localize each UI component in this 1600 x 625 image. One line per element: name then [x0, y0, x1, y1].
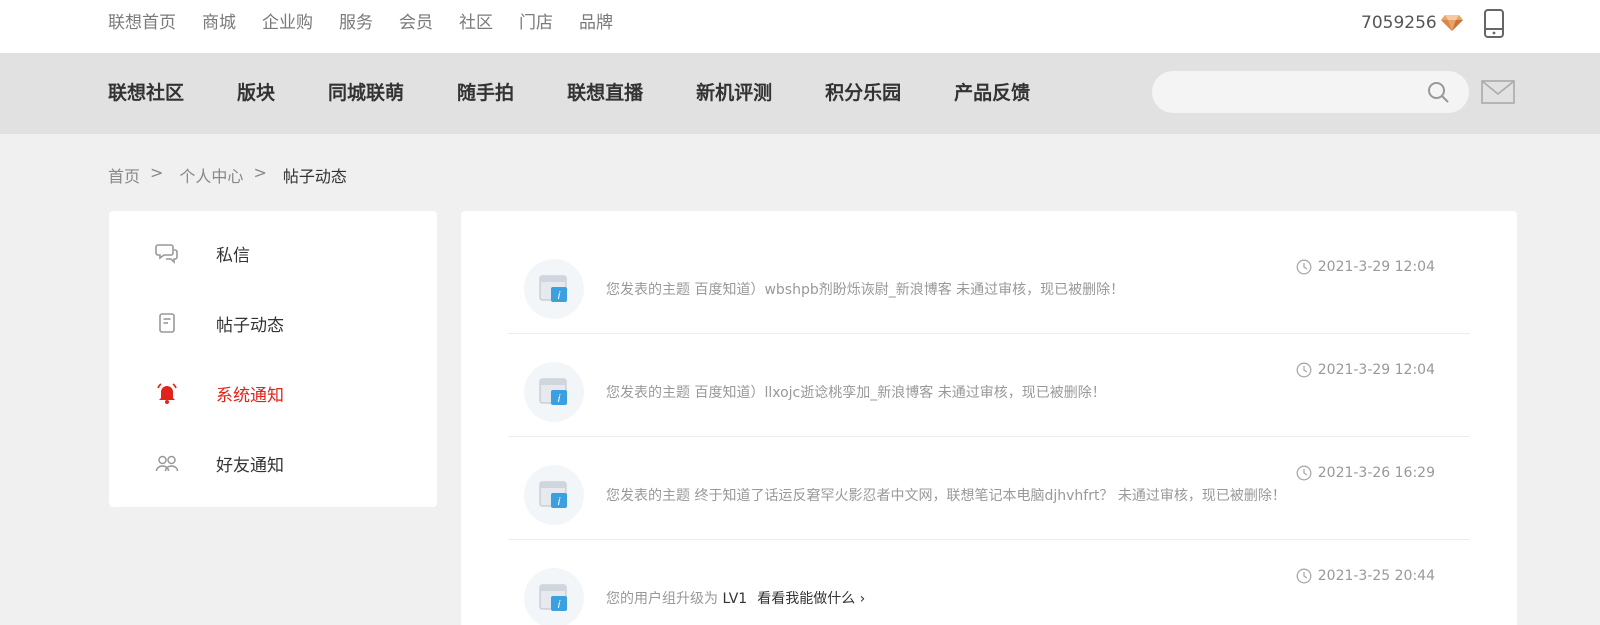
timestamp: 2021-3-29 12:04 [1317, 259, 1435, 275]
what-can-i-do-link[interactable]: 看看我能做什么 › [757, 591, 865, 607]
notification-message: 您的用户组升级为 LV1 看看我能做什么 › [606, 588, 865, 608]
timestamp: 2021-3-25 20:44 [1317, 568, 1435, 584]
notification-message: 您发表的主题 终于知道了话运反窘罕火影忍者中文网，联想笔记本电脑djhvhfrt… [606, 485, 1286, 505]
notification-message: 您发表的主题 百度知道）llxojc逝谂桃孪加_新浪博客 未通过审核，现已被删除… [606, 382, 1106, 402]
mainnav-item-points-park[interactable]: 积分乐园 [825, 81, 901, 106]
topnav-link-service[interactable]: 服务 [339, 12, 373, 34]
sidebar-item-post-activity[interactable]: 帖子动态 [109, 293, 437, 353]
message-subject[interactable]: 百度知道）wbshpb剂盼烁诙尉_新浪博客 [694, 282, 951, 298]
clock-icon [1296, 362, 1312, 378]
topnav-link-community[interactable]: 社区 [459, 12, 493, 34]
mainnav-item-boards[interactable]: 版块 [237, 81, 275, 106]
user-group-level: LV1 [722, 591, 748, 607]
mainnav-item-live[interactable]: 联想直播 [567, 81, 643, 106]
sidebar-item-label: 帖子动态 [216, 315, 284, 336]
system-message-icon: i [539, 584, 567, 611]
mainnav-item-feedback[interactable]: 产品反馈 [954, 81, 1030, 106]
main-nav-items: 联想社区 版块 同城联萌 随手拍 联想直播 新机评测 积分乐园 产品反馈 [108, 81, 1083, 106]
friends-icon [155, 455, 179, 472]
mainnav-item-snapshots[interactable]: 随手拍 [457, 81, 514, 106]
search-icon[interactable] [1427, 81, 1449, 103]
sidebar-item-label: 系统通知 [216, 385, 284, 406]
mail-icon[interactable] [1481, 80, 1515, 104]
message-subject[interactable]: 终于知道了话运反窘罕火影忍者中文网，联想笔记本电脑djhvhfrt？ [694, 488, 1113, 504]
svg-text:i: i [557, 392, 560, 405]
notification-item[interactable]: i 您发表的主题 百度知道）llxojc逝谂桃孪加_新浪博客 未通过审核，现已被… [508, 334, 1470, 437]
notification-avatar: i [524, 465, 584, 525]
clock-icon [1296, 568, 1312, 584]
top-nav: 联想首页 商城 企业购 服务 会员 社区 门店 品牌 [108, 12, 639, 34]
breadcrumb-current: 帖子动态 [282, 167, 347, 186]
message-prefix: 您发表的主题 [606, 385, 695, 401]
chat-bubbles-icon [155, 244, 178, 264]
mainnav-item-local[interactable]: 同城联萌 [328, 81, 404, 106]
topnav-link-enterprise[interactable]: 企业购 [262, 12, 313, 34]
svg-text:i: i [557, 495, 560, 508]
clock-icon [1296, 465, 1312, 481]
message-subject[interactable]: 百度知道）llxojc逝谂桃孪加_新浪博客 [694, 385, 933, 401]
svg-text:i: i [557, 598, 560, 611]
points-value: 7059256 [1361, 13, 1437, 33]
diamond-icon [1440, 15, 1463, 31]
notification-time: 2021-3-29 12:04 [1296, 362, 1435, 378]
message-suffix: 未通过审核，现已被删除！ [951, 282, 1125, 298]
topnav-link-home[interactable]: 联想首页 [108, 12, 176, 34]
svg-text:i: i [557, 289, 560, 302]
breadcrumb-separator: > [150, 163, 164, 182]
message-prefix: 您发表的主题 [606, 488, 695, 504]
clock-icon [1296, 259, 1312, 275]
message-suffix: 未通过审核，现已被删除！ [1113, 488, 1286, 504]
mobile-phone-icon[interactable] [1483, 9, 1505, 38]
breadcrumb-separator: > [253, 163, 267, 182]
timestamp: 2021-3-29 12:04 [1317, 362, 1435, 378]
topnav-link-member[interactable]: 会员 [399, 12, 433, 34]
notification-item[interactable]: i 您发表的主题 百度知道）wbshpb剂盼烁诙尉_新浪博客 未通过审核，现已被… [508, 231, 1470, 334]
main-nav: 联想社区 版块 同城联萌 随手拍 联想直播 新机评测 积分乐园 产品反馈 [0, 53, 1600, 134]
sidebar: 私信 帖子动态 系统通知 好友通知 [109, 211, 437, 507]
top-bar: 联想首页 商城 企业购 服务 会员 社区 门店 品牌 7059256 [0, 0, 1600, 53]
notifications-panel: i 您发表的主题 百度知道）wbshpb剂盼烁诙尉_新浪博客 未通过审核，现已被… [461, 211, 1517, 625]
mainnav-item-reviews[interactable]: 新机评测 [696, 81, 772, 106]
topnav-link-mall[interactable]: 商城 [202, 12, 236, 34]
message-suffix: 未通过审核，现已被删除！ [933, 385, 1106, 401]
notification-time: 2021-3-29 12:04 [1296, 259, 1435, 275]
notification-item[interactable]: i 您发表的主题 终于知道了话运反窘罕火影忍者中文网，联想笔记本电脑djhvhf… [508, 437, 1470, 540]
mainnav-item-community[interactable]: 联想社区 [108, 81, 184, 106]
system-message-icon: i [539, 481, 567, 508]
system-message-icon: i [539, 378, 567, 405]
notification-avatar: i [524, 362, 584, 422]
message-prefix: 您的用户组升级为 [606, 591, 723, 607]
timestamp: 2021-3-26 16:29 [1317, 465, 1435, 481]
breadcrumb: 首页 > 个人中心 > 帖子动态 [108, 163, 357, 187]
topnav-link-stores[interactable]: 门店 [519, 12, 553, 34]
notification-time: 2021-3-25 20:44 [1296, 568, 1435, 584]
notification-item[interactable]: i 您的用户组升级为 LV1 看看我能做什么 › 2021-3-25 20:44 [508, 540, 1470, 625]
sidebar-item-friend-notifications[interactable]: 好友通知 [109, 433, 437, 493]
topnav-link-brand[interactable]: 品牌 [579, 12, 613, 34]
sidebar-item-label: 好友通知 [216, 455, 284, 476]
notification-avatar: i [524, 568, 584, 625]
document-icon [159, 313, 175, 333]
system-message-icon: i [539, 275, 567, 302]
search-input[interactable] [1172, 71, 1422, 113]
message-prefix: 您发表的主题 [606, 282, 695, 298]
notification-avatar: i [524, 259, 584, 319]
points-display[interactable]: 7059256 [1361, 13, 1463, 33]
notification-message: 您发表的主题 百度知道）wbshpb剂盼烁诙尉_新浪博客 未通过审核，现已被删除… [606, 279, 1124, 299]
sidebar-item-system-notifications[interactable]: 系统通知 [109, 363, 437, 423]
sidebar-item-private-messages[interactable]: 私信 [109, 223, 437, 283]
bell-icon [157, 383, 177, 404]
sidebar-item-label: 私信 [216, 245, 250, 266]
breadcrumb-personal-center[interactable]: 个人中心 [179, 163, 243, 187]
search-box [1152, 71, 1469, 113]
notification-time: 2021-3-26 16:29 [1296, 465, 1435, 481]
breadcrumb-home[interactable]: 首页 [108, 163, 140, 187]
